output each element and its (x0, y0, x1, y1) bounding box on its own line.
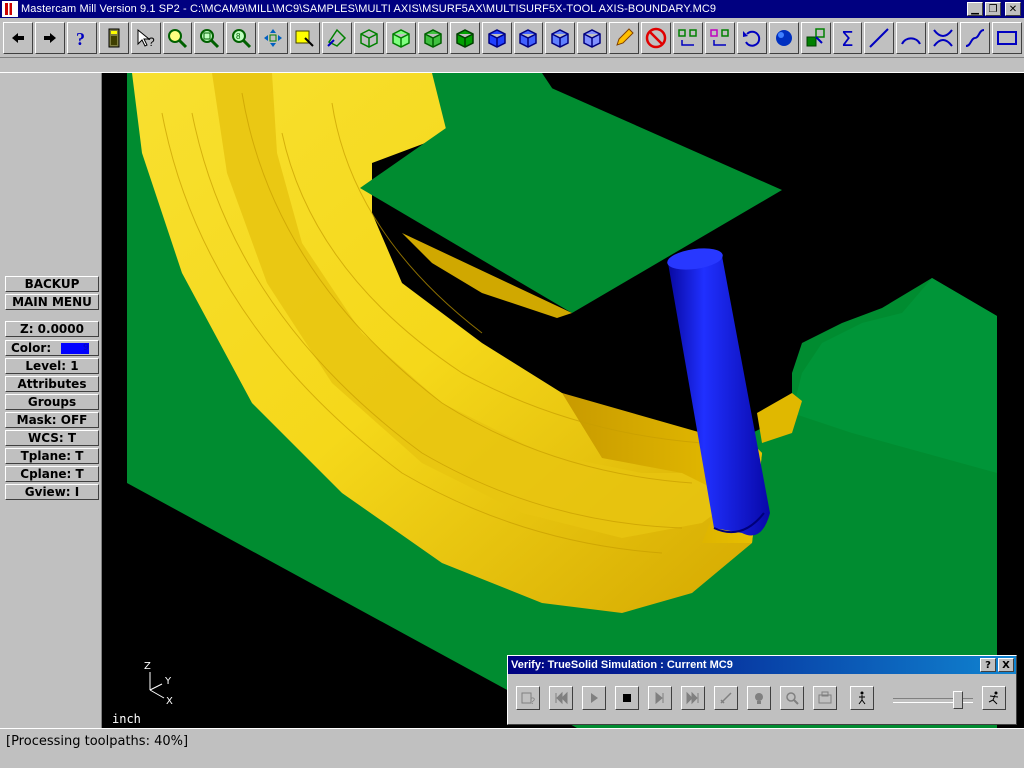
cube-front-icon[interactable] (385, 21, 416, 54)
zoom-window-icon[interactable]: 8 (226, 21, 257, 54)
verify-dialog: Verify: TrueSolid Simulation : Current M… (507, 655, 1017, 725)
zoom-out-icon[interactable] (194, 21, 225, 54)
sphere-icon[interactable] (768, 21, 799, 54)
pencil-icon[interactable] (609, 21, 640, 54)
main-menu-panel: BACKUP MAIN MENU Z: 0.0000 Color: 9 Level… (0, 73, 102, 728)
verify-controls: ? (516, 686, 883, 710)
y-axis-label: Y (164, 676, 172, 687)
calculator-icon[interactable] (98, 21, 129, 54)
svg-text:?: ? (76, 29, 85, 49)
pan-icon[interactable] (258, 21, 289, 54)
verify-help-button[interactable]: ? (980, 658, 996, 672)
prompt-strip (0, 58, 1024, 73)
level-button[interactable]: Level: 1 (5, 358, 99, 374)
color-button[interactable]: Color: 9 (5, 340, 99, 356)
walk-icon[interactable] (850, 686, 874, 710)
tplane-button[interactable]: Tplane: T (5, 448, 99, 464)
cplane-button[interactable]: Cplane: T (5, 466, 99, 482)
pointer-help-icon[interactable]: ? (130, 21, 161, 54)
no-entry-icon[interactable] (641, 21, 672, 54)
run-icon[interactable] (982, 686, 1006, 710)
attributes-button[interactable]: Attributes (5, 376, 99, 392)
stop-icon[interactable] (615, 686, 639, 710)
svg-text:?: ? (530, 696, 535, 706)
save-icon[interactable] (813, 686, 837, 710)
axis-triad: Z Y X (144, 661, 173, 707)
window-title: Mastercam Mill Version 9.1 SP2 - C:\MCAM… (21, 3, 717, 15)
z-axis-label: Z (144, 661, 151, 672)
cube-blue-3-icon[interactable] (545, 21, 576, 54)
rewind-icon[interactable] (549, 686, 573, 710)
light-icon[interactable] (747, 686, 771, 710)
zoom-part-icon[interactable] (780, 686, 804, 710)
minimize-button[interactable]: ▁ (967, 2, 983, 16)
cube-blue-2-icon[interactable] (513, 21, 544, 54)
gview-button[interactable]: Gview: I (5, 484, 99, 500)
svg-text:8: 8 (236, 32, 241, 41)
main-menu-button[interactable]: MAIN MENU (5, 294, 99, 310)
color-label: Color: (11, 341, 52, 355)
line-icon[interactable] (864, 21, 895, 54)
restore-button[interactable]: ❐ (985, 2, 1001, 16)
sigma-icon[interactable]: Σ (832, 21, 863, 54)
verify-title: Verify: TrueSolid Simulation : Current M… (511, 659, 733, 671)
rectangle-icon[interactable] (992, 21, 1022, 54)
verify-scene (127, 73, 997, 728)
speed-slider[interactable] (893, 691, 973, 709)
z-depth-button[interactable]: Z: 0.0000 (5, 321, 99, 337)
forward-arrow-icon[interactable] (34, 21, 65, 54)
app-icon[interactable] (2, 1, 18, 17)
undo-icon[interactable] (736, 21, 767, 54)
svg-text:Σ: Σ (841, 27, 854, 50)
cube-iso-icon[interactable] (449, 21, 480, 54)
close-button[interactable]: ✕ (1005, 2, 1021, 16)
options-icon[interactable]: ? (516, 686, 540, 710)
transform-icon[interactable] (673, 21, 703, 54)
title-bar: Mastercam Mill Version 9.1 SP2 - C:\MCAM… (0, 0, 1024, 18)
verify-close-button[interactable]: X (998, 658, 1014, 672)
play-icon[interactable] (582, 686, 606, 710)
graphics-viewport[interactable]: Z Y X inch (102, 73, 1024, 728)
svg-text:?: ? (148, 35, 155, 49)
wcs-button[interactable]: WCS: T (5, 430, 99, 446)
status-message: [Processing toolpaths: 40%] (6, 734, 189, 749)
groups-button[interactable]: Groups (5, 394, 99, 410)
help-icon[interactable]: ? (66, 21, 97, 54)
backup-button[interactable]: BACKUP (5, 276, 99, 292)
zoom-icon[interactable] (162, 21, 193, 54)
color-swatch: 9 (61, 343, 90, 354)
x-axis-label: X (166, 696, 173, 707)
back-arrow-icon[interactable] (3, 21, 33, 54)
fast-forward-icon[interactable] (681, 686, 705, 710)
cube-blue-1-icon[interactable] (481, 21, 512, 54)
arc-icon[interactable] (896, 21, 927, 54)
toolbar: ? ? 8 Σ (0, 18, 1024, 58)
cube-top-icon[interactable] (353, 21, 384, 54)
status-bar: [Processing toolpaths: 40%] (0, 728, 1024, 768)
rotate-icon[interactable] (322, 21, 352, 54)
mask-button[interactable]: Mask: OFF (5, 412, 99, 428)
step-icon[interactable] (648, 686, 672, 710)
cube-blue-4-icon[interactable] (577, 21, 608, 54)
spline-icon[interactable] (960, 21, 991, 54)
units-label: inch (112, 712, 141, 726)
cut-icon[interactable] (714, 686, 738, 710)
speed-slider-thumb[interactable] (953, 691, 963, 709)
boxes-icon[interactable] (800, 21, 831, 54)
trim-icon[interactable] (928, 21, 959, 54)
select-icon[interactable] (290, 21, 321, 54)
cube-side-icon[interactable] (417, 21, 448, 54)
transform-color-icon[interactable] (704, 21, 735, 54)
verify-title-bar[interactable]: Verify: TrueSolid Simulation : Current M… (508, 656, 1016, 674)
